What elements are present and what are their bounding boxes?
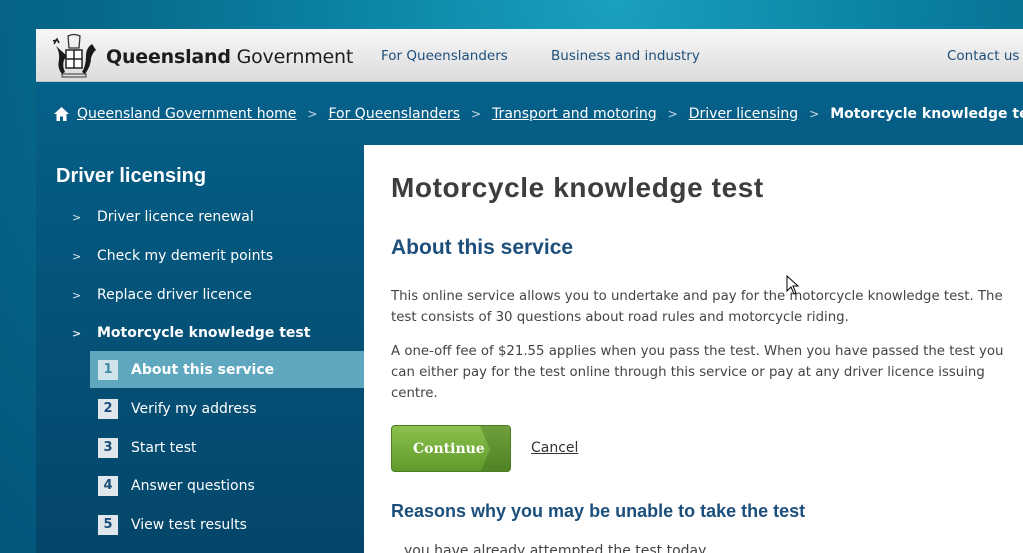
sidebar-item-label: Motorcycle knowledge test — [97, 325, 311, 341]
topnav-item-contact: Contact us — [947, 29, 1019, 82]
topnav-link-business-and-industry[interactable]: Business and industry — [551, 48, 700, 64]
chevron-right-icon: > — [72, 210, 82, 224]
breadcrumb: Queensland Government home > For Queensl… — [54, 104, 1023, 124]
step-number-badge: 1 — [98, 359, 118, 380]
sidebar: Driver licensing > Driver licence renewa… — [36, 145, 378, 553]
breadcrumb-link-transport[interactable]: Transport and motoring — [492, 106, 657, 122]
step-label: Answer questions — [131, 477, 255, 494]
chevron-right-icon: > — [72, 326, 82, 340]
contact-us-link[interactable]: Contact us — [947, 48, 1019, 64]
breadcrumb-link-for-queenslanders[interactable]: For Queenslanders — [328, 106, 460, 122]
site-header: Queensland Government For Queenslanders … — [36, 29, 1023, 82]
section-title-reasons: Reasons why you may be unable to take th… — [391, 501, 806, 521]
page: Queensland Government For Queenslanders … — [36, 0, 1023, 553]
logo-text: Queensland Government — [106, 46, 353, 68]
logo-text-bold: Queensland — [106, 46, 231, 68]
fee-paragraph: A one-off fee of $21.55 applies when you… — [391, 344, 1004, 401]
continue-button-label: Continue — [413, 440, 485, 457]
sidebar-item-driver-licence-renewal[interactable]: > Driver licence renewal — [72, 207, 254, 227]
step-start-test[interactable]: 3 Start test — [90, 429, 378, 466]
sidebar-item-label: Check my demerit points — [97, 248, 274, 264]
home-icon[interactable] — [54, 107, 69, 121]
step-verify-my-address[interactable]: 2 Verify my address — [90, 390, 378, 427]
breadcrumb-link-qg-home[interactable]: Queensland Government home — [77, 106, 296, 122]
logo-text-regular: Government — [236, 46, 354, 68]
topnav-link-for-queenslanders[interactable]: For Queenslanders — [381, 48, 508, 64]
cancel-link[interactable]: Cancel — [531, 440, 578, 456]
topnav-item-for-queenslanders: For Queenslanders — [381, 29, 508, 82]
breadcrumb-current: Motorcycle knowledge test — [830, 106, 1023, 122]
step-number-badge: 5 — [98, 514, 118, 535]
breadcrumb-separator-icon: > — [667, 107, 678, 121]
step-label: About this service — [131, 361, 275, 378]
step-label: Verify my address — [131, 400, 257, 417]
step-about-this-service[interactable]: 1 About this service — [90, 351, 378, 388]
sidebar-item-check-demerit-points[interactable]: > Check my demerit points — [72, 246, 273, 266]
step-answer-questions[interactable]: 4 Answer questions — [90, 467, 378, 504]
reasons-list-item-clipped: you have already attempted the test toda… — [404, 543, 707, 553]
step-number-badge: 4 — [98, 475, 118, 496]
sidebar-item-label: Replace driver licence — [97, 287, 252, 303]
main-content: Motorcycle knowledge test About this ser… — [364, 145, 1023, 553]
topnav-item-business: Business and industry — [551, 29, 700, 82]
chevron-right-icon: > — [72, 288, 82, 302]
breadcrumb-separator-icon: > — [809, 107, 820, 121]
sidebar-item-replace-driver-licence[interactable]: > Replace driver licence — [72, 285, 252, 305]
page-title: Motorcycle knowledge test — [391, 172, 764, 203]
chevron-right-icon: > — [72, 249, 82, 263]
intro-paragraph: This online service allows you to undert… — [391, 289, 1003, 325]
step-view-test-results[interactable]: 5 View test results — [90, 506, 378, 543]
sidebar-item-motorcycle-knowledge-test[interactable]: > Motorcycle knowledge test — [72, 323, 310, 343]
step-number-badge: 3 — [98, 437, 118, 458]
step-label: Start test — [131, 439, 197, 456]
coat-of-arms-icon — [52, 33, 96, 78]
continue-button[interactable]: Continue — [391, 425, 511, 472]
breadcrumb-link-driver-licensing[interactable]: Driver licensing — [689, 106, 798, 122]
step-number-badge: 2 — [98, 398, 118, 419]
breadcrumb-separator-icon: > — [307, 107, 318, 121]
mouse-cursor-icon — [786, 275, 800, 295]
site-logo[interactable]: Queensland Government — [50, 31, 353, 81]
sidebar-item-label: Driver licence renewal — [97, 209, 254, 225]
section-title-about: About this service — [391, 236, 574, 259]
step-label: View test results — [131, 516, 247, 533]
sidebar-title: Driver licensing — [56, 165, 207, 187]
breadcrumb-separator-icon: > — [471, 107, 482, 121]
